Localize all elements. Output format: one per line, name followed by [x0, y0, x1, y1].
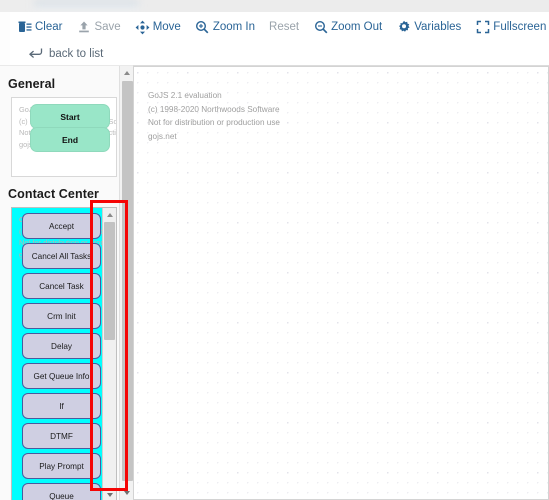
sidebar-scroll-down-arrow-icon[interactable]: [120, 486, 134, 500]
move-label: Move: [152, 20, 181, 33]
palette-node-label: If: [59, 401, 64, 411]
secondary-toolbar: back to list: [10, 42, 549, 66]
arrow-left-hook-icon: [28, 46, 43, 62]
palette-node-label: Delay: [51, 341, 72, 351]
palette-node-cancel-task[interactable]: Cancel Task: [22, 273, 101, 299]
scroll-up-arrow-icon[interactable]: [103, 208, 116, 221]
save-label: Save: [94, 20, 121, 33]
zoom-in-label: Zoom In: [212, 20, 256, 33]
diagram-canvas[interactable]: GoJS 2.1 evaluation (c) 1998-2020 Northw…: [133, 66, 549, 500]
magnifier-minus-icon: [313, 20, 328, 35]
move-button[interactable]: Move: [128, 12, 188, 42]
general-palette[interactable]: GoJS 2.1 evaluation (c) 1998-2020 Northw…: [11, 97, 117, 177]
app-root: Clear Save Move Zoom In Reset Zoom Out V…: [0, 0, 549, 500]
back-to-list-button[interactable]: back to list: [10, 42, 110, 66]
zoom-out-button[interactable]: Zoom Out: [306, 12, 389, 42]
sidebar-scrollbar-thumb[interactable]: [122, 81, 133, 481]
upload-icon: [76, 20, 91, 35]
palette-node-cancel-all-tasks[interactable]: Cancel All Tasks: [22, 243, 101, 269]
palette-node-label: End: [61, 134, 79, 145]
blurred-header-artifact: [34, 0, 139, 11]
palette-node-start[interactable]: Start: [30, 104, 110, 129]
fullscreen-label: Fullscreen: [493, 20, 547, 33]
reset-button[interactable]: Reset: [262, 12, 306, 42]
clear-label: Clear: [35, 20, 63, 33]
zoom-in-button[interactable]: Zoom In: [188, 12, 262, 42]
palette-node-if[interactable]: If: [22, 393, 101, 419]
scroll-down-arrow-icon[interactable]: [103, 488, 116, 500]
move-arrows-icon: [135, 20, 150, 35]
section-title-general: General: [8, 77, 56, 91]
palette-node-play-prompt[interactable]: Play Prompt: [22, 453, 101, 479]
palette-node-label: Cancel All Tasks: [31, 251, 92, 261]
reset-label: Reset: [269, 20, 300, 33]
sidebar-scrollbar[interactable]: [119, 66, 134, 500]
palette-node-queue[interactable]: Queue: [22, 483, 101, 500]
expand-corners-icon: [475, 20, 490, 35]
magnifier-plus-icon: [195, 20, 210, 35]
gear-icon: [396, 20, 411, 35]
palette-node-label: Get Queue Info: [33, 371, 90, 381]
window-top-strip-right: [139, 0, 549, 12]
section-title-contact-center: Contact Center: [8, 187, 99, 201]
canvas-grid-major-dots: [134, 67, 548, 499]
palette-node-label: Accept: [48, 221, 75, 231]
palette-node-label: Queue: [49, 491, 74, 500]
clear-button[interactable]: Clear: [10, 12, 69, 42]
palette-node-label: DTMF: [50, 431, 73, 441]
contact-center-palette[interactable]: GoJS 2.1 evaluation (c) 1998-2020 Northw…: [11, 207, 117, 500]
palette-node-dtmf[interactable]: DTMF: [22, 423, 101, 449]
palette-node-label: Start: [60, 111, 80, 122]
palette-node-label: Crm Init: [47, 311, 76, 321]
palette-node-label: Cancel Task: [39, 281, 84, 291]
contact-center-palette-scrollbar[interactable]: [102, 208, 116, 500]
zoom-out-label: Zoom Out: [331, 20, 383, 33]
palette-node-delay[interactable]: Delay: [22, 333, 101, 359]
scrollbar-thumb[interactable]: [104, 222, 115, 340]
palette-node-get-queue-info[interactable]: Get Queue Info: [22, 363, 101, 389]
save-button[interactable]: Save: [69, 12, 127, 42]
variables-button[interactable]: Variables: [389, 12, 468, 42]
sidebar-scroll-up-arrow-icon[interactable]: [120, 66, 134, 80]
palette-node-label: Play Prompt: [39, 461, 84, 471]
palette-node-end[interactable]: End: [30, 127, 110, 152]
back-to-list-label: back to list: [49, 47, 104, 60]
palette-sidebar: General GoJS 2.1 evaluation (c) 1998-202…: [0, 66, 133, 500]
variables-label: Variables: [414, 20, 462, 33]
main-toolbar: Clear Save Move Zoom In Reset Zoom Out V…: [10, 12, 549, 42]
palette-node-crm-init[interactable]: Crm Init: [22, 303, 101, 329]
trash-icon: [17, 20, 32, 35]
fullscreen-button[interactable]: Fullscreen: [468, 12, 549, 42]
palette-node-accept[interactable]: Accept: [22, 213, 101, 239]
